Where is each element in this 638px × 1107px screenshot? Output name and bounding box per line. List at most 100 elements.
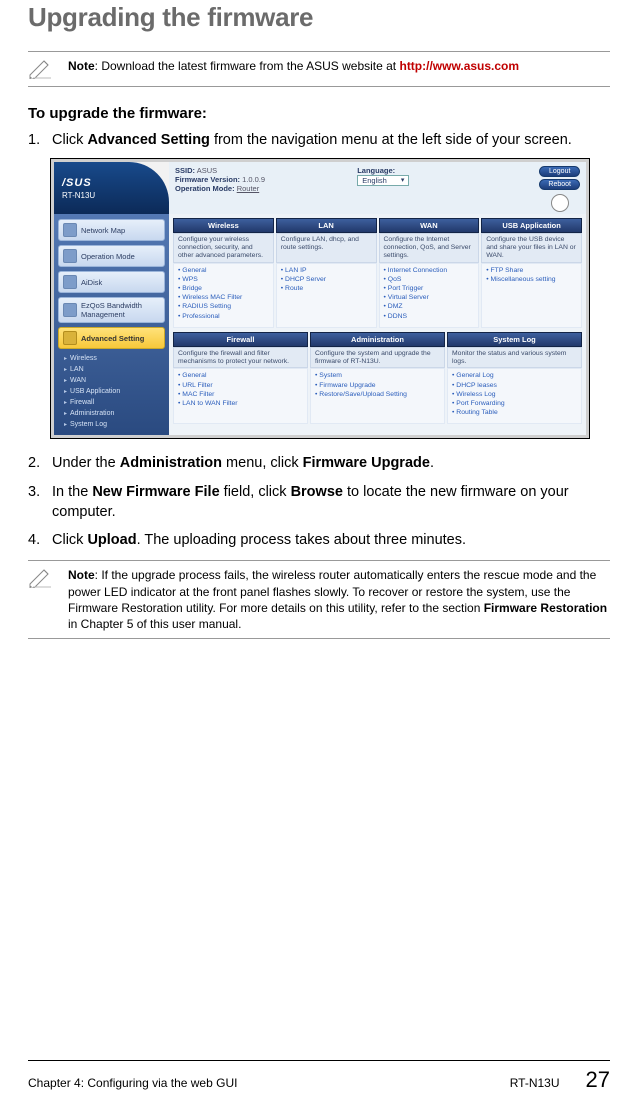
link-item[interactable]: Virtual Server <box>384 293 475 302</box>
step-1-text-c: from the navigation menu at the left sid… <box>210 132 572 148</box>
link-item[interactable]: Routing Table <box>452 408 577 417</box>
link-item[interactable]: QoS <box>384 275 475 284</box>
footer-model: RT-N13U <box>510 1076 560 1090</box>
link-item[interactable]: WPS <box>178 275 269 284</box>
step-text: . The uploading process takes about thre… <box>137 532 466 548</box>
link-item[interactable]: DMZ <box>384 302 475 311</box>
reboot-button[interactable]: Reboot <box>539 179 580 190</box>
sidebar-label: Advanced Setting <box>81 334 144 343</box>
link-item[interactable]: URL Filter <box>178 381 303 390</box>
sidebar-sub-wireless[interactable]: Wireless <box>58 353 165 364</box>
procedure-heading: To upgrade the firmware: <box>28 105 610 122</box>
desc-wan: Configure the Internet connection, QoS, … <box>379 233 480 262</box>
sidebar-sub-administration[interactable]: Administration <box>58 408 165 419</box>
lang-value: English <box>362 175 387 186</box>
link-item[interactable]: Wireless MAC Filter <box>178 293 269 302</box>
router-screenshot: /SUS RT-N13U SSID: ASUS Firmware Version… <box>50 158 590 439</box>
link-item[interactable]: Professional <box>178 312 269 321</box>
link-item[interactable]: FTP Share <box>486 266 577 275</box>
link-item[interactable]: General <box>178 371 303 380</box>
network-map-icon <box>63 223 77 237</box>
link-item[interactable]: DDNS <box>384 312 475 321</box>
language-select[interactable]: English <box>357 175 409 186</box>
step-4: Click Upload. The uploading process take… <box>28 530 610 550</box>
brand-text: /SUS <box>62 177 169 189</box>
sidebar-label: AiDisk <box>81 278 102 287</box>
link-item[interactable]: General <box>178 266 269 275</box>
sidebar-submenu: Wireless LAN WAN USB Application Firewal… <box>58 353 165 430</box>
op-value: Router <box>237 184 260 193</box>
note-1-text: Note: Download the latest firmware from … <box>68 58 519 74</box>
footer-page-number: 27 <box>586 1067 610 1093</box>
link-item[interactable]: Route <box>281 284 372 293</box>
sidebar-item-network-map[interactable]: Network Map <box>58 219 165 241</box>
fw-label: Firmware Version: <box>175 175 240 184</box>
tab-system-log[interactable]: System Log <box>447 332 582 347</box>
step-text: Click <box>52 532 87 548</box>
step-bold: New Firmware File <box>92 484 219 500</box>
sidebar-sub-wan[interactable]: WAN <box>58 375 165 386</box>
tab-firewall[interactable]: Firewall <box>173 332 308 347</box>
tab-wan[interactable]: WAN <box>379 218 480 233</box>
steps-list-continued: Under the Administration menu, click Fir… <box>28 453 610 550</box>
lang-label: Language: <box>357 166 395 175</box>
steps-list: Click Advanced Setting from the navigati… <box>28 130 610 150</box>
link-item[interactable]: DHCP leases <box>452 381 577 390</box>
note-label: Note <box>68 59 95 73</box>
step-3: In the New Firmware File field, click Br… <box>28 482 610 523</box>
links-systemlog: General Log DHCP leases Wireless Log Por… <box>447 368 582 424</box>
step-text: Under the <box>52 455 120 471</box>
link-item[interactable]: RADIUS Setting <box>178 302 269 311</box>
links-firewall: General URL Filter MAC Filter LAN to WAN… <box>173 368 308 424</box>
step-text: menu, click <box>222 455 303 471</box>
link-item[interactable]: MAC Filter <box>178 390 303 399</box>
desc-lan: Configure LAN, dhcp, and route settings. <box>276 233 377 262</box>
sidebar-item-advanced-setting[interactable]: Advanced Setting <box>58 327 165 349</box>
link-item[interactable]: Bridge <box>178 284 269 293</box>
note-2-body-2: in Chapter 5 of this user manual. <box>68 617 241 631</box>
logout-button[interactable]: Logout <box>539 166 580 177</box>
router-main-panel: Wireless LAN WAN USB Application Configu… <box>169 214 586 435</box>
help-icon[interactable] <box>551 194 569 212</box>
step-bold: Firmware Upgrade <box>303 455 430 471</box>
link-item[interactable]: LAN to WAN Filter <box>178 399 303 408</box>
sidebar-sub-lan[interactable]: LAN <box>58 364 165 375</box>
sidebar-item-operation-mode[interactable]: Operation Mode <box>58 245 165 267</box>
note-label: Note <box>68 568 95 582</box>
step-bold: Administration <box>120 455 222 471</box>
link-item[interactable]: General Log <box>452 371 577 380</box>
sidebar-item-ezqos[interactable]: EzQoS Bandwidth Management <box>58 297 165 323</box>
link-item[interactable]: System <box>315 371 440 380</box>
aidisk-icon <box>63 275 77 289</box>
step-2: Under the Administration menu, click Fir… <box>28 453 610 473</box>
sidebar-item-aidisk[interactable]: AiDisk <box>58 271 165 293</box>
step-bold: Browse <box>291 484 343 500</box>
link-item[interactable]: Wireless Log <box>452 390 577 399</box>
step-1-text-a: Click <box>52 132 87 148</box>
page-title: Upgrading the firmware <box>28 2 610 33</box>
link-item[interactable]: Internet Connection <box>384 266 475 275</box>
step-1: Click Advanced Setting from the navigati… <box>28 130 610 150</box>
link-item[interactable]: Firmware Upgrade <box>315 381 440 390</box>
sidebar-label: Operation Mode <box>81 252 135 261</box>
router-logo: /SUS RT-N13U <box>54 162 169 214</box>
router-sidebar: Network Map Operation Mode AiDisk EzQoS … <box>54 214 169 435</box>
tab-lan[interactable]: LAN <box>276 218 377 233</box>
link-item[interactable]: DHCP Server <box>281 275 372 284</box>
link-item[interactable]: Port Trigger <box>384 284 475 293</box>
links-lan: LAN IP DHCP Server Route <box>276 263 377 328</box>
link-item[interactable]: Miscellaneous setting <box>486 275 577 284</box>
step-1-bold: Advanced Setting <box>87 132 209 148</box>
link-item[interactable]: Port Forwarding <box>452 399 577 408</box>
tab-usb-application[interactable]: USB Application <box>481 218 582 233</box>
sidebar-sub-usb[interactable]: USB Application <box>58 386 165 397</box>
sidebar-label: Network Map <box>81 226 125 235</box>
link-item[interactable]: LAN IP <box>281 266 372 275</box>
sidebar-sub-firewall[interactable]: Firewall <box>58 397 165 408</box>
ssid-label: SSID: <box>175 166 195 175</box>
sidebar-sub-system-log[interactable]: System Log <box>58 419 165 430</box>
tab-wireless[interactable]: Wireless <box>173 218 274 233</box>
advanced-setting-icon <box>63 331 77 345</box>
link-item[interactable]: Restore/Save/Upload Setting <box>315 390 440 399</box>
tab-administration[interactable]: Administration <box>310 332 445 347</box>
